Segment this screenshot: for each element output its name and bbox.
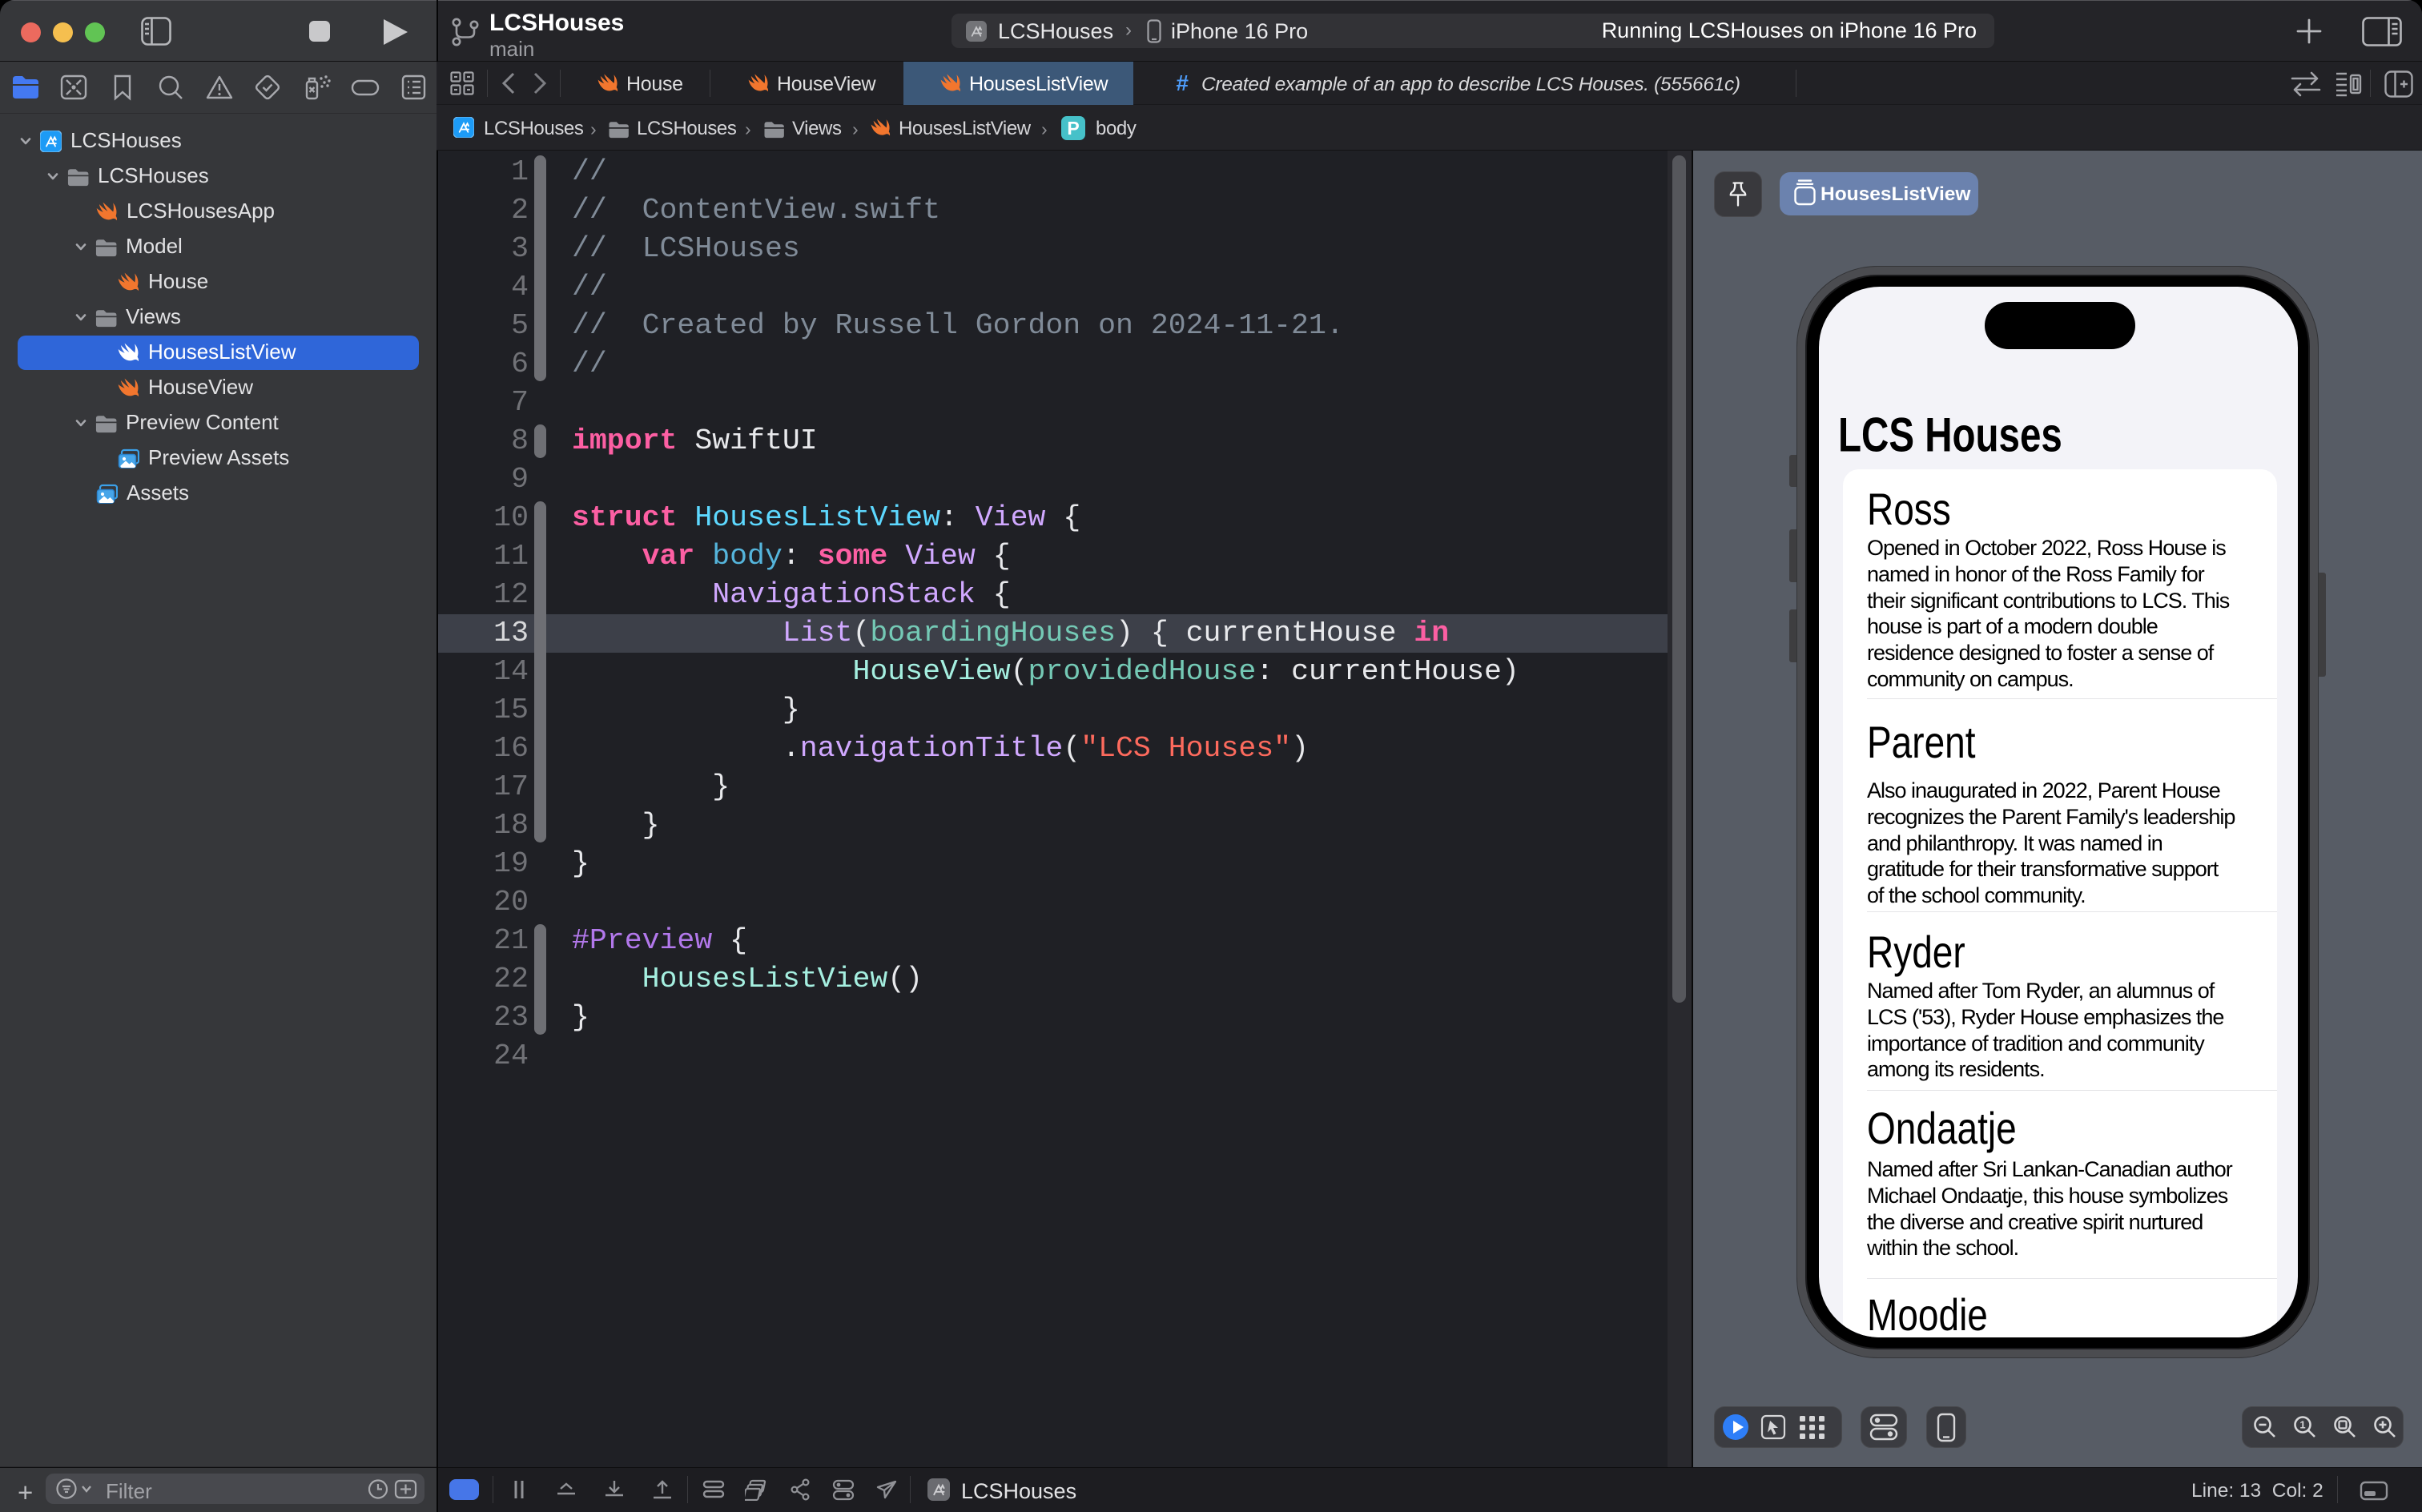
svg-text:1: 1 (2299, 1419, 2305, 1431)
